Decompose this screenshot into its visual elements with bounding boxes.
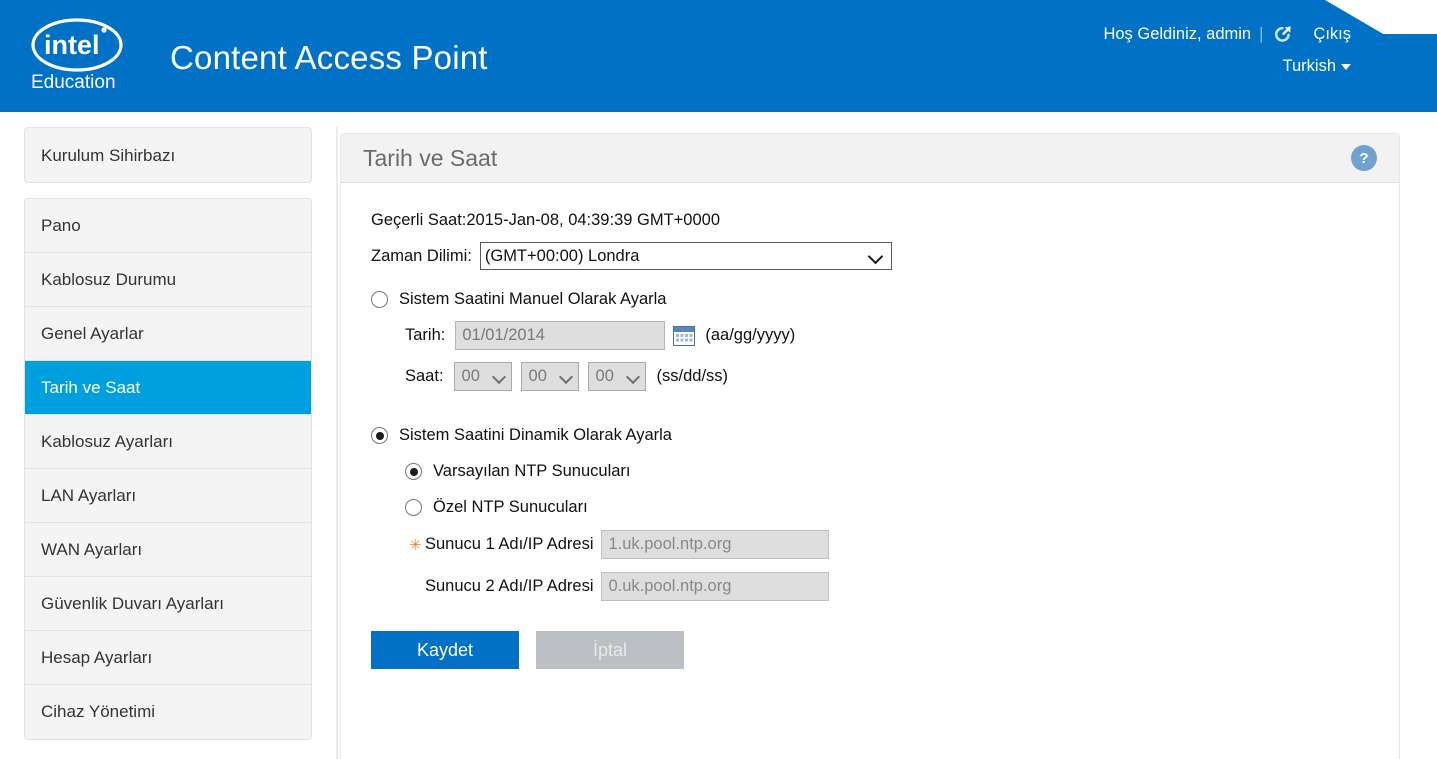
custom-ntp-radio[interactable] [405,499,422,516]
sidebar-item-account-settings[interactable]: Hesap Ayarları [25,631,311,685]
save-button[interactable]: Kaydet [371,631,519,669]
manual-time-radio[interactable] [371,291,388,308]
external-link-circle-icon[interactable] [1271,22,1295,46]
question-mark-icon[interactable]: ? [1351,145,1377,171]
chevron-down-icon [869,249,883,263]
ntp-server-2-label: Sunucu 2 Adı/IP Adresi [425,577,594,595]
manual-date-row: Tarih: 01/01/2014 (aa/gg/yyyy) [405,321,1399,350]
page-root: intel Education Content Access Point Hoş… [0,0,1437,759]
sidebar-item-firewall-settings[interactable]: Güvenlik Duvarı Ayarları [25,577,311,631]
date-format-hint: (aa/gg/yyyy) [705,326,796,344]
minute-select[interactable]: 00 [520,362,579,391]
sidebar-content-divider [336,127,338,759]
dynamic-time-radio[interactable] [371,427,388,444]
second-value: 00 [595,367,614,385]
sidebar-menu-group: Pano Kablosuz Durumu Genel Ayarlar Tarih… [24,198,312,740]
page-title: Tarih ve Saat [363,144,498,171]
hour-select[interactable]: 00 [453,362,512,391]
manual-time-option[interactable]: Sistem Saatini Manuel Olarak Ayarla [371,290,1399,309]
app-header: intel Education Content Access Point Hoş… [0,0,1437,112]
header-separator: | [1259,24,1264,43]
time-label: Saat: [405,367,444,385]
brand-education-text: Education [31,72,116,93]
panel-body: Geçerli Saat:2015-Jan-08, 04:39:39 GMT+0… [341,183,1399,669]
minute-value: 00 [528,367,547,385]
sidebar-item-wireless-status[interactable]: Kablosuz Durumu [25,253,311,307]
sidebar-item-dashboard[interactable]: Pano [25,199,311,253]
timezone-row: Zaman Dilimi: (GMT+00:00) Londra [371,242,1399,270]
chevron-down-icon [493,370,506,383]
date-label: Tarih: [405,326,446,344]
timezone-selected-value: (GMT+00:00) Londra [484,246,640,265]
required-asterisk-icon: ✳ [409,536,422,554]
sidebar-item-device-management[interactable]: Cihaz Yönetimi [25,685,311,739]
cancel-button: İptal [536,631,684,669]
ntp-server-1-label: Sunucu 1 Adı/IP Adresi [425,535,594,553]
logout-link[interactable]: Çıkış [1313,25,1351,44]
sidebar-item-wan-settings[interactable]: WAN Ayarları [25,523,311,577]
timezone-select[interactable]: (GMT+00:00) Londra [479,242,892,270]
sidebar-item-general-settings[interactable]: Genel Ayarlar [25,307,311,361]
default-ntp-label: Varsayılan NTP Sunucuları [433,462,631,480]
header-user-area: Hoş Geldiniz, admin | Çıkış Turkish [1103,22,1351,76]
panel-header: Tarih ve Saat ? [341,134,1399,183]
manual-time-label: Sistem Saatini Manuel Olarak Ayarla [399,290,667,308]
content-panel: Tarih ve Saat ? Geçerli Saat:2015-Jan-08… [340,133,1400,759]
second-select[interactable]: 00 [587,362,646,391]
svg-text:intel: intel [44,30,100,60]
time-format-hint: (ss/dd/ss) [656,367,729,385]
hour-value: 00 [461,367,480,385]
chevron-down-icon [1341,63,1351,70]
sidebar-nav: Kurulum Sihirbazı Pano Kablosuz Durumu G… [24,127,312,740]
sidebar-item-setup-wizard[interactable]: Kurulum Sihirbazı [24,127,312,183]
ntp-server-2-input[interactable]: 0.uk.pool.ntp.org [601,572,830,601]
custom-ntp-label: Özel NTP Sunucuları [433,498,588,516]
manual-time-row: Saat: 00 00 00 (ss/dd/ss) [405,362,1399,391]
language-label: Turkish [1282,57,1336,75]
date-input[interactable]: 01/01/2014 [455,321,666,350]
intel-education-logo-icon: intel Education [28,14,126,96]
brand: intel Education Content Access Point [28,14,488,96]
default-ntp-option[interactable]: Varsayılan NTP Sunucuları [405,462,1399,481]
chevron-down-icon [560,370,573,383]
sidebar-item-wireless-settings[interactable]: Kablosuz Ayarları [25,415,311,469]
calendar-icon[interactable] [673,325,696,346]
custom-ntp-option[interactable]: Özel NTP Sunucuları [405,498,1399,517]
ntp-server-1-row: ✳ Sunucu 1 Adı/IP Adresi 1.uk.pool.ntp.o… [409,530,1399,559]
app-title: Content Access Point [170,39,488,76]
timezone-label: Zaman Dilimi: [371,246,472,265]
dynamic-time-option[interactable]: Sistem Saatini Dinamik Olarak Ayarla [371,426,1399,445]
welcome-message: Hoş Geldiniz, admin [1103,24,1252,43]
default-ntp-radio[interactable] [405,463,422,480]
current-time-text: Geçerli Saat:2015-Jan-08, 04:39:39 GMT+0… [371,211,721,229]
ntp-server-1-input[interactable]: 1.uk.pool.ntp.org [601,530,830,559]
sidebar-item-lan-settings[interactable]: LAN Ayarları [25,469,311,523]
sidebar-item-date-and-time[interactable]: Tarih ve Saat [25,361,311,415]
ntp-server-2-row: Sunucu 2 Adı/IP Adresi 0.uk.pool.ntp.org [409,572,1399,601]
chevron-down-icon [627,370,640,383]
dynamic-time-label: Sistem Saatini Dinamik Olarak Ayarla [399,426,672,444]
form-actions: Kaydet İptal [371,631,1399,669]
language-selector[interactable]: Turkish [1283,57,1351,75]
